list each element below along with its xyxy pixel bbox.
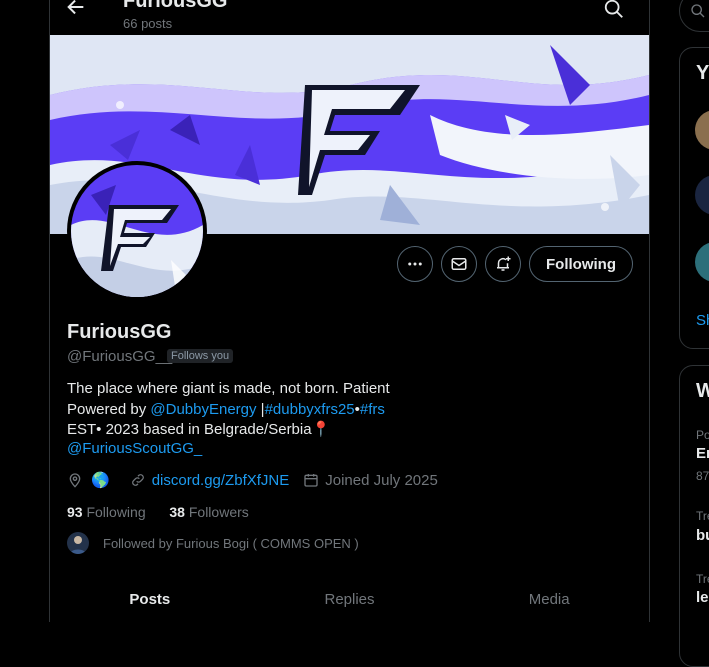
tab-posts[interactable]: Posts <box>50 578 250 622</box>
card-heading: Y <box>696 62 709 84</box>
following-label: Following <box>86 504 146 520</box>
followers-count: 38 <box>169 504 185 520</box>
hashtag-link[interactable]: #dubbyxfrs25 <box>265 401 355 418</box>
bio-line-4: @FuriousScoutGG_ <box>67 440 202 457</box>
tab-media[interactable]: Media <box>449 578 649 622</box>
bell-plus-icon <box>497 256 511 271</box>
mail-icon <box>451 258 467 270</box>
trend-label: Po <box>696 428 709 442</box>
profile-meta: 🌎 discord.gg/ZbfXfJNE Joined July 2025 <box>67 470 438 490</box>
follow-stats: 93 Following 38 Followers <box>67 504 249 520</box>
mention-link[interactable]: @DubbyEnergy <box>150 401 256 418</box>
profile-header-bar: FuriousGG 66 posts <box>50 0 649 35</box>
search-icon <box>604 0 623 18</box>
arrow-left-icon <box>67 0 84 15</box>
profile-tabs: Posts Replies Media <box>50 578 649 622</box>
trend-label: Tre <box>696 509 709 523</box>
bio-line-3: EST• 2023 based in Belgrade/Serbia📍 <box>67 421 331 438</box>
following-count: 93 <box>67 504 83 520</box>
profile-column: FuriousGG 66 posts Following FuriousGG @… <box>49 0 650 622</box>
sidebar-search-input[interactable] <box>679 0 709 32</box>
more-options-button[interactable] <box>397 246 433 282</box>
avatar <box>67 532 89 554</box>
followers-label: Followers <box>188 504 249 520</box>
followed-by-text: Followed by Furious Bogi ( COMMS OPEN ) <box>103 535 359 551</box>
trend-title[interactable]: En <box>696 445 709 462</box>
following-button[interactable]: Following <box>529 246 633 282</box>
calendar-icon <box>304 474 318 487</box>
header-post-count: 66 posts <box>123 16 173 31</box>
joined-date: Joined July 2025 <box>325 471 438 489</box>
location-icon <box>69 473 81 488</box>
website-link[interactable]: discord.gg/ZbfXfJNE <box>152 472 290 489</box>
trend-count: 87 <box>696 469 709 483</box>
show-more-link[interactable]: Sh <box>696 312 709 329</box>
user-handle: @FuriousGG__ <box>67 348 173 365</box>
search-button[interactable] <box>603 0 627 22</box>
followed-by-row[interactable]: Followed by Furious Bogi ( COMMS OPEN ) <box>67 532 359 554</box>
message-button[interactable] <box>441 246 477 282</box>
trend-title[interactable]: bu <box>696 527 709 544</box>
header-title: FuriousGG <box>123 0 228 12</box>
following-link[interactable]: 93 Following <box>67 504 146 520</box>
display-name: FuriousGG <box>67 321 172 343</box>
location-text: 🌎 <box>91 472 110 489</box>
mention-link[interactable]: @FuriousScoutGG_ <box>67 440 202 457</box>
more-icon <box>408 262 422 266</box>
bio-line-1: The place where giant is made, not born.… <box>67 380 390 397</box>
avatar-image <box>71 165 203 297</box>
followers-link[interactable]: 38 Followers <box>169 504 248 520</box>
card-heading: W <box>696 380 709 402</box>
bio-line-2: Powered by @DubbyEnergy |#dubbyxfrs25•#f… <box>67 401 385 418</box>
bio-text: Powered by <box>67 401 151 418</box>
search-icon <box>691 4 705 18</box>
hashtag-link[interactable]: #frs <box>360 401 385 418</box>
trend-label: Tre <box>696 572 709 586</box>
bio-separator: | <box>256 401 265 418</box>
notifications-button[interactable] <box>485 246 521 282</box>
profile-avatar[interactable] <box>67 161 207 301</box>
back-button[interactable] <box>64 0 88 20</box>
follows-you-badge: Follows you <box>167 349 234 363</box>
trend-title[interactable]: le <box>696 589 709 606</box>
link-icon <box>131 474 144 486</box>
tab-replies[interactable]: Replies <box>250 578 450 622</box>
